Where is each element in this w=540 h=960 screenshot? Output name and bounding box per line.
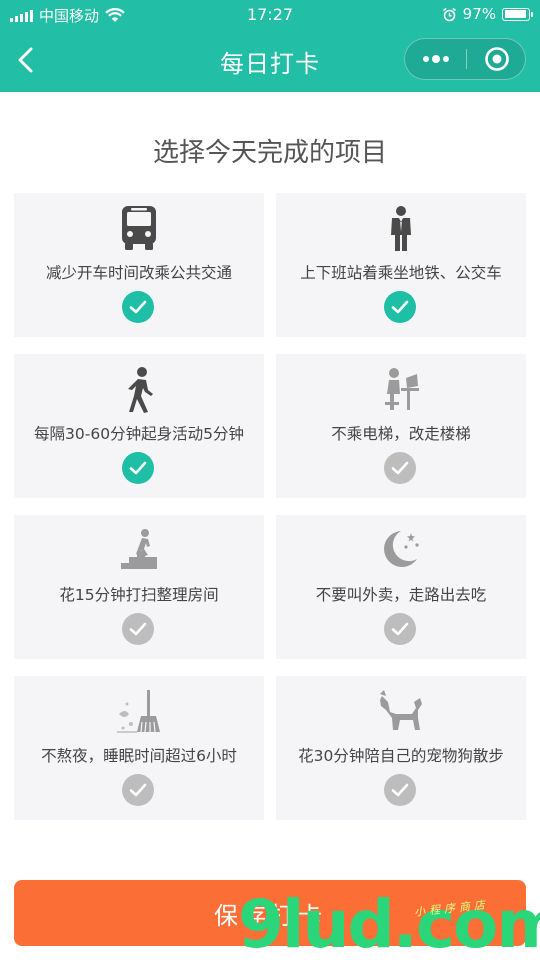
bus-icon <box>14 205 264 253</box>
item-label: 减少开车时间改乘公共交通 <box>45 264 232 282</box>
item-label: 花15分钟打扫整理房间 <box>59 586 219 604</box>
check-icon <box>122 613 154 645</box>
checkin-item-take-stairs[interactable]: 不乘电梯，改走楼梯 <box>276 354 526 498</box>
mini-program-capsule <box>404 38 526 80</box>
more-dots-icon <box>422 55 449 63</box>
item-label: 不要叫外卖，走路出去吃 <box>315 586 487 604</box>
check-icon <box>384 774 416 806</box>
standing-person-icon <box>276 205 526 253</box>
item-label: 不熬夜，睡眠时间超过6小时 <box>41 747 237 765</box>
status-bar: 中国移动 17:27 97% <box>0 0 540 30</box>
battery-icon <box>502 7 533 21</box>
record-circle-icon <box>485 47 509 71</box>
checkin-item-tidy-room[interactable]: 花15分钟打扫整理房间 <box>14 515 264 659</box>
save-checkin-button[interactable]: 保存打卡 <box>14 880 526 946</box>
close-mini-program-button[interactable] <box>467 39 527 79</box>
status-right: 97% <box>442 5 533 23</box>
stairs-climbing-icon <box>14 527 264 575</box>
nav-bar: 每日打卡 <box>0 30 540 92</box>
check-icon <box>122 452 154 484</box>
battery-percent: 97% <box>462 5 496 23</box>
checkin-item-stand-on-transit[interactable]: 上下班站着乘坐地铁、公交车 <box>276 193 526 337</box>
check-icon <box>384 452 416 484</box>
dog-icon <box>276 688 526 736</box>
item-label: 每隔30-60分钟起身活动5分钟 <box>34 425 244 443</box>
broom-icon <box>14 688 264 736</box>
item-label: 上下班站着乘坐地铁、公交车 <box>300 264 502 282</box>
moon-stars-icon <box>276 527 526 575</box>
check-icon <box>122 774 154 806</box>
check-icon <box>122 291 154 323</box>
checkin-item-sleep-early[interactable]: 不熬夜，睡眠时间超过6小时 <box>14 676 264 820</box>
alarm-icon <box>442 7 456 21</box>
desk-person-icon <box>276 366 526 414</box>
checkin-item-walk-dog[interactable]: 花30分钟陪自己的宠物狗散步 <box>276 676 526 820</box>
section-heading: 选择今天完成的项目 <box>152 138 387 168</box>
battery-fill <box>504 10 526 18</box>
walking-person-icon <box>14 366 264 414</box>
check-icon <box>384 613 416 645</box>
item-label: 不乘电梯，改走楼梯 <box>331 425 471 443</box>
check-icon <box>384 291 416 323</box>
checkin-item-public-transport[interactable]: 减少开车时间改乘公共交通 <box>14 193 264 337</box>
checkin-item-get-up-and-move[interactable]: 每隔30-60分钟起身活动5分钟 <box>14 354 264 498</box>
checkin-item-walk-to-eat[interactable]: 不要叫外卖，走路出去吃 <box>276 515 526 659</box>
item-label: 花30分钟陪自己的宠物狗散步 <box>298 747 504 765</box>
more-button[interactable] <box>405 39 466 79</box>
